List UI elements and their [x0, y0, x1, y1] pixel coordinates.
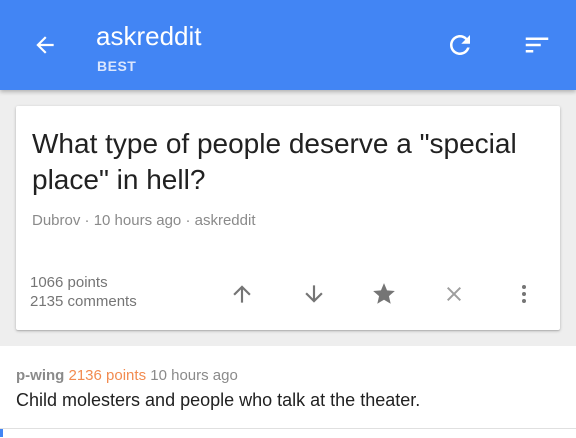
comment-points: 2136 points — [68, 367, 147, 384]
arrow-back-icon — [36, 36, 54, 54]
comment-depth-indicator — [0, 429, 3, 437]
refresh-icon — [450, 35, 470, 55]
post-time: 10 hours ago — [93, 212, 182, 229]
refresh-button[interactable] — [437, 22, 483, 68]
comment-meta: p-wing 2136 points 10 hours ago — [16, 366, 238, 385]
post-points: 1066 points — [30, 274, 108, 291]
comment-item[interactable]: p-wing 2136 points 10 hours ago Child mo… — [0, 346, 576, 428]
post-subreddit[interactable]: askreddit — [195, 212, 256, 229]
post-comment-count[interactable]: 2135 comments — [30, 292, 137, 311]
comment-author[interactable]: p-wing — [16, 367, 64, 384]
downvote-icon — [305, 285, 323, 303]
downvote-button[interactable] — [294, 274, 334, 314]
post-author[interactable]: Dubrov — [32, 212, 80, 229]
sort-mode-label: BEST — [97, 58, 137, 74]
meta-separator: · — [84, 212, 90, 229]
upvote-button[interactable] — [222, 274, 262, 314]
close-icon — [447, 287, 461, 301]
back-button[interactable] — [24, 24, 66, 66]
post-stats: 1066 points 2135 comments — [30, 273, 137, 311]
more-button[interactable] — [504, 274, 544, 314]
subreddit-title: askreddit — [96, 21, 202, 51]
star-icon — [373, 283, 395, 304]
sort-button[interactable] — [514, 22, 560, 68]
upvote-icon — [233, 285, 251, 303]
comment-text: Child molesters and people who talk at t… — [16, 390, 421, 410]
post-title[interactable]: What type of people deserve a "special p… — [32, 126, 542, 198]
comment-time: 10 hours ago — [150, 367, 238, 384]
app-bar: askreddit BEST — [0, 0, 576, 90]
post-meta: Dubrov · 10 hours ago · askreddit — [32, 212, 256, 230]
sort-icon — [525, 37, 549, 53]
post-card[interactable]: What type of people deserve a "special p… — [16, 106, 560, 330]
hide-button[interactable] — [434, 274, 474, 314]
meta-separator: · — [185, 212, 191, 229]
more-vert-icon — [522, 285, 526, 303]
save-button[interactable] — [364, 274, 404, 314]
